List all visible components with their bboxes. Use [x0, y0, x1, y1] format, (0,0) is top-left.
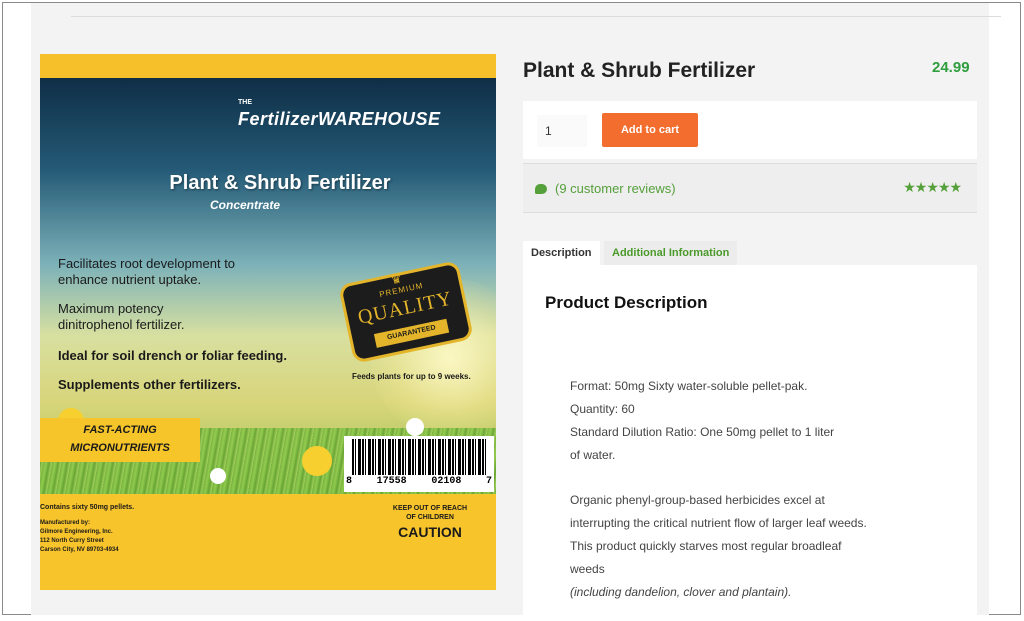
browser-frame: THE FertilizerWAREHOUSE Plant & Shrub Fe… [2, 2, 1021, 621]
label-claim-potency: Maximum potency dinitrophenol fertilizer… [58, 301, 184, 333]
brand-prefix: THE [238, 99, 252, 106]
warning-line: OF CHILDREN [406, 514, 454, 521]
claim-line: Ideal for soil drench or foliar feeding. [58, 348, 287, 363]
description-line: Standard Dilution Ratio: One 50mg pellet… [570, 425, 835, 439]
barcode-numbers: 8 17558 02108 7 [346, 476, 492, 487]
header-divider [71, 16, 1001, 17]
description-panel: Product Description Format: 50mg Sixty w… [523, 265, 977, 621]
daisy-icon [406, 418, 424, 436]
add-to-cart-button[interactable]: Add to cart [602, 113, 698, 147]
product-image[interactable]: THE FertilizerWAREHOUSE Plant & Shrub Fe… [40, 54, 496, 590]
description-line: This product quickly starves most regula… [570, 539, 842, 553]
claim-line: enhance nutrient uptake. [58, 272, 202, 287]
description-body: Organic phenyl-group-based herbicides ex… [570, 489, 867, 581]
feeds-duration-text: Feeds plants for up to 9 weeks. [352, 372, 471, 381]
barcode-digit: 7 [485, 476, 492, 487]
reviews-bar: (9 customer reviews) ★★★★★ [523, 163, 977, 213]
product-price: 24.99 [932, 59, 970, 76]
description-line: weeds [570, 562, 605, 576]
add-to-cart-form: Add to cart [523, 101, 977, 159]
tab-description[interactable]: Description [523, 241, 600, 265]
barcode-digit: 8 [346, 476, 353, 487]
label-claim-usage: Ideal for soil drench or foliar feeding. [58, 348, 287, 364]
caution-text: CAUTION [398, 524, 462, 540]
description-heading: Product Description [545, 293, 708, 312]
speech-bubble-icon [535, 183, 547, 194]
barcode-digit: 02108 [431, 476, 462, 487]
quantity-input[interactable] [537, 115, 587, 147]
mfg-line: Gilmore Engineering, Inc. [40, 529, 113, 535]
product-title: Plant & Shrub Fertilizer [523, 59, 756, 82]
label-title: Plant & Shrub Fertilizer [169, 172, 391, 194]
mfg-line: 112 North Curry Street [40, 538, 104, 544]
barcode-bars [352, 439, 486, 475]
description-line: interrupting the critical nutrient flow … [570, 516, 867, 530]
mfg-line: Manufactured by: [40, 520, 91, 526]
label-bottom-panel: Contains sixty 50mg pellets. Manufacture… [40, 494, 496, 590]
daisy-icon [210, 468, 226, 484]
label-top-band [40, 54, 496, 78]
barcode: 8 17558 02108 7 [344, 436, 494, 492]
customer-reviews-link[interactable]: (9 customer reviews) [535, 181, 676, 196]
micronutrients-text: MICRONUTRIENTS [70, 442, 170, 454]
description-line: Organic phenyl-group-based herbicides ex… [570, 493, 825, 507]
keep-out-warning: KEEP OUT OF REACH OF CHILDREN [370, 504, 490, 522]
contents-text: Contains sixty 50mg pellets. [40, 504, 135, 511]
claim-line: Supplements other fertilizers. [58, 377, 241, 392]
description-specs: Format: 50mg Sixty water-soluble pellet-… [570, 375, 834, 467]
reviews-link-text: (9 customer reviews) [555, 181, 676, 196]
description-note: (including dandelion, clover and plantai… [570, 585, 792, 599]
fast-acting-text: FAST-ACTING [83, 424, 157, 436]
brand-logo: FertilizerWAREHOUSE [238, 109, 441, 129]
description-line: of water. [570, 448, 616, 462]
claim-line: Facilitates root development to [58, 256, 236, 271]
fast-acting-banner: FAST-ACTING MICRONUTRIENTS [40, 418, 200, 462]
description-line: Quantity: 60 [570, 402, 635, 416]
description-line: Format: 50mg Sixty water-soluble pellet-… [570, 379, 808, 393]
label-claim-supplement: Supplements other fertilizers. [58, 377, 241, 393]
claim-line: dinitrophenol fertilizer. [58, 317, 185, 332]
tab-additional-information[interactable]: Additional Information [604, 241, 738, 265]
manufacturer-block: Manufactured by: Gilmore Engineering, In… [40, 519, 119, 555]
rating-stars: ★★★★★ [903, 179, 962, 195]
barcode-digit: 17558 [376, 476, 407, 487]
mfg-line: Carson City, NV 89703-4934 [40, 547, 119, 553]
label-subtitle: Concentrate [210, 198, 281, 212]
warning-line: KEEP OUT OF REACH [392, 505, 468, 512]
claim-line: Maximum potency [58, 301, 164, 316]
dandelion-icon [302, 446, 332, 476]
label-claim-root: Facilitates root development to enhance … [58, 256, 235, 288]
